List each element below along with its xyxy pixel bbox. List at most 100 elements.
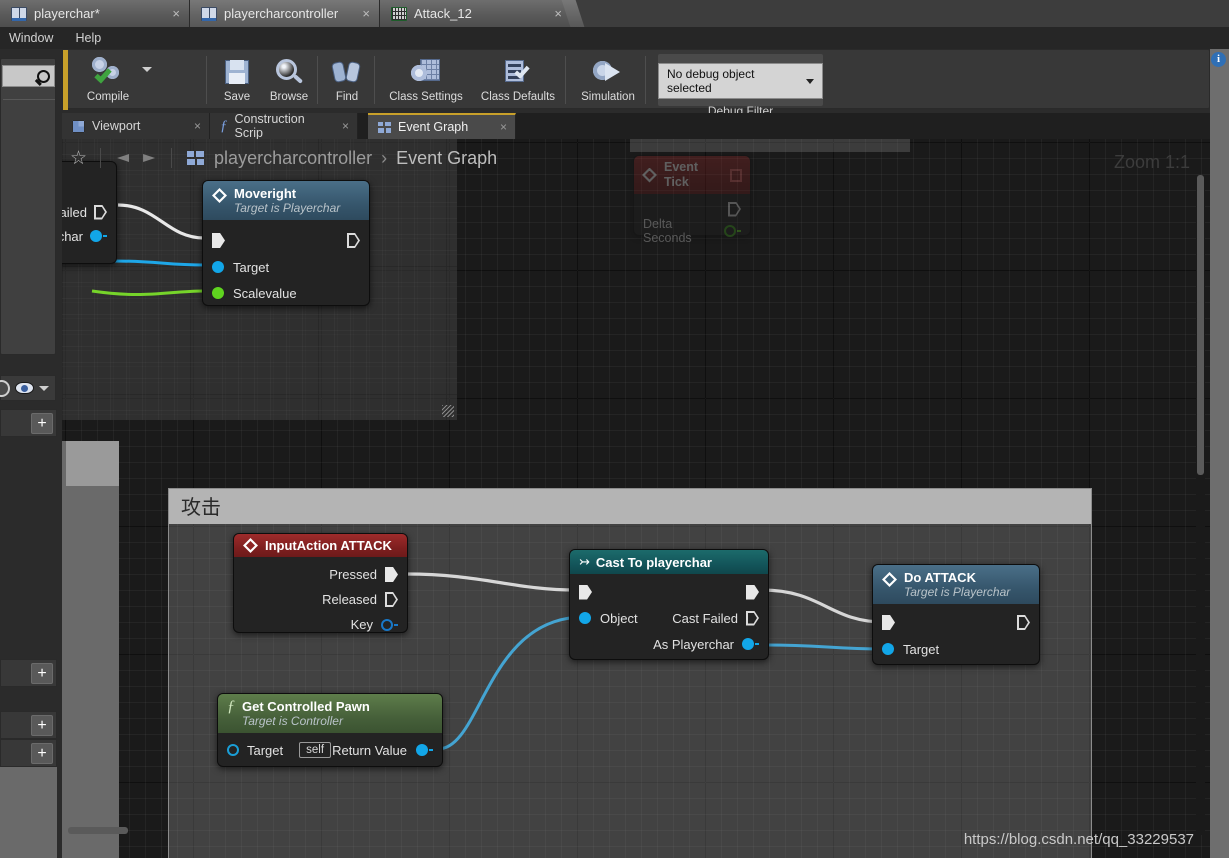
object-pin-icon[interactable] xyxy=(90,230,102,242)
close-icon[interactable]: × xyxy=(172,6,180,21)
add-button[interactable]: + xyxy=(31,413,53,434)
close-icon[interactable]: × xyxy=(500,120,507,134)
menu-item-help[interactable]: Help xyxy=(75,31,101,45)
tab-label: Viewport xyxy=(92,119,141,133)
add-row-1: + xyxy=(0,409,57,437)
forward-arrow-icon[interactable] xyxy=(140,148,160,168)
exec-out-pin-icon[interactable] xyxy=(746,611,759,626)
eye-visibility-icon[interactable] xyxy=(15,382,34,394)
node-title: Cast To playerchar xyxy=(595,554,712,570)
node-header: Do ATTACK Target is Playerchar xyxy=(873,565,1039,604)
key-pin-icon[interactable] xyxy=(381,618,393,631)
tab-construction-script[interactable]: ƒ Construction Scrip × xyxy=(210,112,358,140)
menu-item-window[interactable]: Window xyxy=(9,31,53,45)
add-button[interactable]: + xyxy=(31,715,53,736)
function-fx-icon: ƒ xyxy=(220,117,228,134)
exec-in-pin-icon[interactable] xyxy=(212,233,225,248)
target-pin-icon[interactable] xyxy=(227,744,239,756)
divider xyxy=(100,148,102,168)
back-arrow-icon[interactable] xyxy=(112,148,132,168)
circle-icon[interactable] xyxy=(0,379,10,397)
exec-pin-icon[interactable] xyxy=(94,205,107,220)
find-binoculars-icon xyxy=(330,56,364,88)
add-button[interactable]: + xyxy=(31,743,53,764)
exec-out-pin-icon[interactable] xyxy=(1017,615,1030,630)
node-cast-to-playerchar[interactable]: ↣ Cast To playerchar Object Cast Failed xyxy=(569,549,769,660)
browse-button[interactable]: Browse xyxy=(267,50,311,103)
event-graph-canvas[interactable]: t Failed yerchar Moveright Target is Pla… xyxy=(62,139,1210,858)
simulation-icon xyxy=(591,56,625,88)
chevron-down-icon[interactable] xyxy=(39,385,49,391)
self-value-field[interactable]: self xyxy=(299,742,332,758)
class-settings-button[interactable]: Class Settings xyxy=(383,50,469,103)
search-input[interactable] xyxy=(2,65,55,87)
left-panel-column: + + + + xyxy=(0,49,60,858)
object-pin-icon[interactable] xyxy=(579,612,591,624)
resize-grip[interactable] xyxy=(442,405,454,417)
as-playerchar-pin-icon[interactable] xyxy=(742,638,754,650)
node-input-action-attack[interactable]: InputAction ATTACK Pressed Released Key xyxy=(233,533,408,633)
tab-viewport[interactable]: Viewport × xyxy=(62,113,210,139)
delta-seconds-pin-icon[interactable] xyxy=(724,225,736,237)
class-defaults-label: Class Defaults xyxy=(480,91,556,103)
close-icon[interactable]: × xyxy=(194,119,201,133)
compile-dropdown-button[interactable] xyxy=(142,50,152,88)
scalevalue-pin-icon[interactable] xyxy=(212,287,224,299)
class-settings-label: Class Settings xyxy=(389,91,463,103)
menu-bar: Window Help xyxy=(0,27,1229,49)
exec-in-pin-icon[interactable] xyxy=(882,615,895,630)
target-pin-icon[interactable] xyxy=(882,643,894,655)
favorite-star-icon[interactable]: ☆ xyxy=(70,147,87,170)
vertical-scrollbar[interactable] xyxy=(1196,175,1205,835)
exec-out-pin-icon[interactable] xyxy=(347,233,360,248)
breadcrumb-root[interactable]: playercharcontroller xyxy=(214,148,372,169)
event-graph-icon xyxy=(378,121,391,133)
pin-label-return-value: Return Value xyxy=(332,742,407,758)
divider xyxy=(3,99,55,100)
window-tab-playerchar[interactable]: playerchar* × xyxy=(0,0,190,27)
tab-event-graph[interactable]: Event Graph × xyxy=(368,113,516,139)
save-floppy-icon xyxy=(220,56,254,88)
breadcrumb-current: Event Graph xyxy=(396,147,498,168)
info-icon[interactable]: i xyxy=(1211,52,1226,67)
node-get-controlled-pawn[interactable]: ƒ Get Controlled Pawn Target is Controll… xyxy=(217,693,443,767)
class-defaults-button[interactable]: Class Defaults xyxy=(473,50,563,103)
compile-button[interactable]: Compile xyxy=(77,50,139,103)
return-value-pin-icon[interactable] xyxy=(416,744,428,756)
node-do-attack[interactable]: Do ATTACK Target is Playerchar Target xyxy=(872,564,1040,665)
divider xyxy=(171,148,173,168)
exec-in-pin-icon[interactable] xyxy=(579,584,592,600)
scrollbar-thumb[interactable] xyxy=(68,827,128,834)
add-button[interactable]: + xyxy=(31,663,53,684)
window-tab-attack12[interactable]: Attack_12 × xyxy=(380,0,572,27)
node-moveright[interactable]: Moveright Target is Playerchar Target Sc… xyxy=(202,180,370,306)
simulation-button[interactable]: Simulation xyxy=(573,50,643,103)
exec-out-pin-icon[interactable] xyxy=(728,202,741,217)
close-icon[interactable]: × xyxy=(342,119,349,133)
close-icon[interactable]: × xyxy=(554,6,562,21)
horizontal-scrollbar[interactable] xyxy=(68,827,1188,836)
function-fx-icon: ƒ xyxy=(227,698,235,715)
blueprint-book-icon xyxy=(11,6,27,21)
exec-out-pin-icon[interactable] xyxy=(746,584,759,600)
exec-out-pin-icon[interactable] xyxy=(385,592,398,607)
node-title: Get Controlled Pawn xyxy=(242,699,370,714)
pin-tail xyxy=(429,749,433,751)
node-header: Moveright Target is Playerchar xyxy=(203,181,369,220)
pin-label-cast-failed: Cast Failed xyxy=(672,610,738,626)
toolbar-divider xyxy=(645,56,646,104)
scrollbar-thumb[interactable] xyxy=(1197,175,1204,475)
window-tab-bar: playerchar* × playercharcontroller × Att… xyxy=(0,0,1229,27)
browse-magnifier-icon xyxy=(272,56,306,88)
pin-label-as-playerchar: yerchar xyxy=(62,228,83,244)
find-button[interactable]: Find xyxy=(325,50,369,103)
window-tab-playercharcontroller[interactable]: playercharcontroller × xyxy=(190,0,380,27)
exec-out-pin-icon[interactable] xyxy=(385,567,398,582)
save-button[interactable]: Save xyxy=(215,50,259,103)
tab-label: Construction Scrip xyxy=(234,112,305,140)
toolbar-divider xyxy=(565,56,566,104)
target-pin-icon[interactable] xyxy=(212,261,224,273)
node-header: InputAction ATTACK xyxy=(234,534,407,557)
close-icon[interactable]: × xyxy=(362,6,370,21)
debug-object-select[interactable]: No debug object selected xyxy=(658,63,823,99)
